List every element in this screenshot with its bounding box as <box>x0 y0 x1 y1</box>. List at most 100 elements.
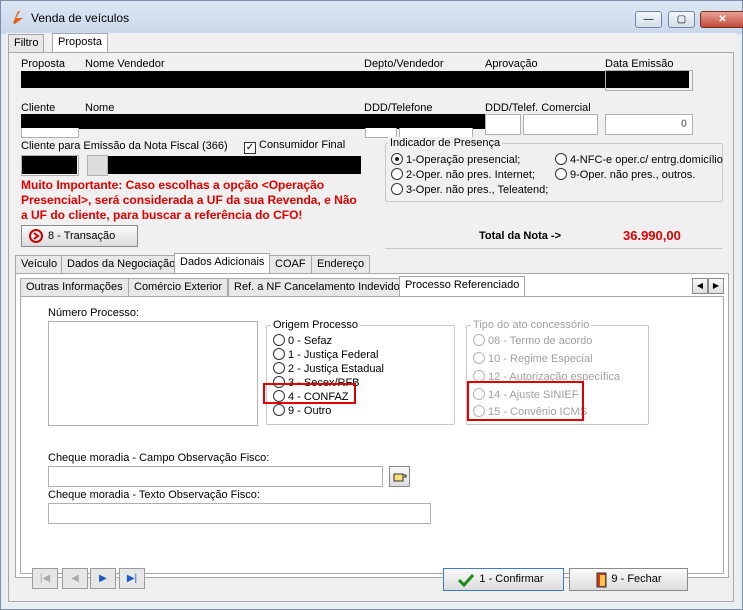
radio-teleatend[interactable]: 3-Oper. não pres., Teleatend; <box>391 183 548 196</box>
radio-nfce-label: 4-NFC-e oper.c/ entrg.domicílio <box>570 154 723 166</box>
redacted-cliente-row <box>21 114 518 129</box>
tab-filtro[interactable]: Filtro <box>8 34 45 52</box>
radio-icon <box>391 183 403 195</box>
proposta-label: Proposta <box>21 58 66 70</box>
radio-nfce-domicilio[interactable]: 4-NFC-e oper.c/ entrg.domicílio <box>555 153 723 166</box>
consumidor-final-checkbox[interactable]: ✓ Consumidor Final <box>244 139 345 154</box>
origem-processo-title: Origem Processo <box>271 319 360 331</box>
tab-veiculo[interactable]: Veículo <box>15 255 64 273</box>
valor-comercial-field[interactable]: 0 <box>605 114 693 135</box>
total-value: 36.990,00 <box>623 228 681 243</box>
nav-last-button[interactable]: ▶| <box>119 568 145 589</box>
radio-origem-outro[interactable]: 9 - Outro <box>273 404 331 417</box>
fechar-button[interactable]: 9 - Fechar <box>569 568 688 591</box>
cheque-campo-field[interactable] <box>48 466 383 487</box>
title-bar: Venda de veículos — ▢ ✕ <box>1 1 743 34</box>
processo-referenciado-panel: Número Processo: Origem Processo 0 - Sef… <box>20 296 724 574</box>
radio-icon <box>273 334 285 346</box>
data-emissao-field[interactable] <box>605 70 693 91</box>
form-area: Filtro Proposta Proposta Nome Vendedor D… <box>6 33 736 604</box>
window-title: Venda de veículos <box>31 11 130 25</box>
minimize-button[interactable]: — <box>635 11 662 28</box>
telefone-comercial-field[interactable] <box>523 114 598 135</box>
radio-tipo-termo-acordo[interactable]: 08 - Termo de acordo <box>473 334 592 347</box>
nav-next-button[interactable]: ▶ <box>90 568 116 589</box>
tab-dados-negociacao[interactable]: Dados da Negociação <box>61 255 182 273</box>
transacao-button-label: 8 - Transação <box>48 230 116 242</box>
ddd-comercial-label: DDD/Telef. Comercial <box>485 102 591 114</box>
transacao-icon <box>29 229 43 243</box>
confirmar-label: 1 - Confirmar <box>479 573 544 585</box>
cliente-nf-label: Cliente para Emissão da Nota Fiscal (366… <box>21 140 228 152</box>
total-label: Total da Nota -> <box>479 230 561 242</box>
warning-text: Muito Importante: Caso escolhas a opção … <box>21 178 357 222</box>
tab-scroll-right-button[interactable]: ▶ <box>708 278 724 294</box>
cheque-texto-field[interactable] <box>48 503 431 524</box>
cliente-label: Cliente <box>21 102 56 114</box>
cheque-texto-label: Cheque moradia - Texto Observação Fisco: <box>48 489 260 501</box>
aprovacao-label: Aprovação <box>485 58 538 70</box>
radio-origem-sefaz[interactable]: 0 - Sefaz <box>273 334 332 347</box>
radio-presencial[interactable]: 1-Operação presencial; <box>391 153 520 166</box>
radio-icon <box>555 168 567 180</box>
transacao-button[interactable]: 8 - Transação <box>21 225 138 247</box>
confaz-highlight-box <box>263 383 356 404</box>
radio-icon <box>473 334 485 346</box>
radio-tipo-08-label: 08 - Termo de acordo <box>488 335 593 347</box>
numero-processo-label: Número Processo: <box>48 307 140 319</box>
radio-tipo-10-label: 10 - Regime Especial <box>488 353 593 365</box>
radio-tipo-regime-especial[interactable]: 10 - Regime Especial <box>473 352 593 365</box>
tab-proposta[interactable]: Proposta <box>52 33 109 53</box>
redacted-proposta-row <box>21 71 689 88</box>
pointing-hand-icon <box>393 473 407 482</box>
cliente-nf-field[interactable] <box>21 155 79 176</box>
cliente-nf-search-button[interactable] <box>87 155 108 176</box>
tab-ref-nf-cancelamento[interactable]: Ref. a NF Cancelamento Indevido <box>228 278 406 296</box>
tab-coaf[interactable]: COAF <box>269 255 312 273</box>
radio-internet[interactable]: 2-Oper. não pres. Internet; <box>391 168 535 181</box>
consumidor-final-label: Consumidor Final <box>259 139 346 151</box>
radio-origem-outro-label: 9 - Outro <box>288 405 332 417</box>
proposta-panel: Proposta Nome Vendedor Depto/Vendedor Ap… <box>8 52 734 602</box>
radio-icon <box>273 348 285 360</box>
radio-teleatend-label: 3-Oper. não pres., Teleatend; <box>406 184 549 196</box>
radio-origem-justica-federal[interactable]: 1 - Justiça Federal <box>273 348 378 361</box>
radio-outros[interactable]: 9-Oper. não pres., outros. <box>555 168 695 181</box>
exit-door-icon <box>596 572 607 588</box>
ajuste-convenio-highlight-box <box>467 381 584 421</box>
tab-processo-referenciado[interactable]: Processo Referenciado <box>399 276 526 296</box>
checkbox-check-icon: ✓ <box>244 142 256 154</box>
close-window-button[interactable]: ✕ <box>700 11 743 28</box>
vendedor-label: Nome Vendedor <box>85 58 165 70</box>
radio-icon <box>555 153 567 165</box>
radio-selected-icon <box>391 153 403 165</box>
radio-presencial-label: 1-Operação presencial; <box>406 154 521 166</box>
radio-origem-jf-label: 1 - Justiça Federal <box>288 349 379 361</box>
maximize-button[interactable]: ▢ <box>668 11 695 28</box>
cliente-field[interactable] <box>21 128 79 138</box>
radio-outros-label: 9-Oper. não pres., outros. <box>570 169 696 181</box>
radio-origem-justica-estadual[interactable]: 2 - Justiça Estadual <box>273 362 384 375</box>
radio-origem-sefaz-label: 0 - Sefaz <box>288 335 333 347</box>
radio-icon <box>273 404 285 416</box>
radio-icon <box>473 352 485 364</box>
indicador-presenca-title: Indicador de Presença <box>388 137 503 149</box>
nav-prev-button[interactable]: ◀ <box>62 568 88 589</box>
dados-adicionais-panel: Outras Informações Comércio Exterior Ref… <box>15 273 729 578</box>
redacted-cliente-nf-name <box>108 156 361 174</box>
confirmar-button[interactable]: 1 - Confirmar <box>443 568 564 591</box>
tab-comercio-exterior[interactable]: Comércio Exterior <box>128 278 229 296</box>
radio-icon <box>273 362 285 374</box>
tab-scroll-left-button[interactable]: ◀ <box>692 278 708 294</box>
data-emissao-label: Data Emissão <box>605 58 674 70</box>
ddd-comercial-field[interactable] <box>485 114 521 135</box>
radio-origem-je-label: 2 - Justiça Estadual <box>288 363 384 375</box>
fechar-label: 9 - Fechar <box>611 573 662 585</box>
checkmark-icon <box>458 573 474 587</box>
tab-endereco[interactable]: Endereço <box>311 255 371 273</box>
cheque-campo-lookup-button[interactable] <box>389 466 410 487</box>
tab-outras-informacoes[interactable]: Outras Informações <box>20 278 129 296</box>
tab-dados-adicionais[interactable]: Dados Adicionais <box>174 253 271 273</box>
numero-processo-field[interactable] <box>48 321 258 426</box>
nav-first-button[interactable]: |◀ <box>32 568 58 589</box>
